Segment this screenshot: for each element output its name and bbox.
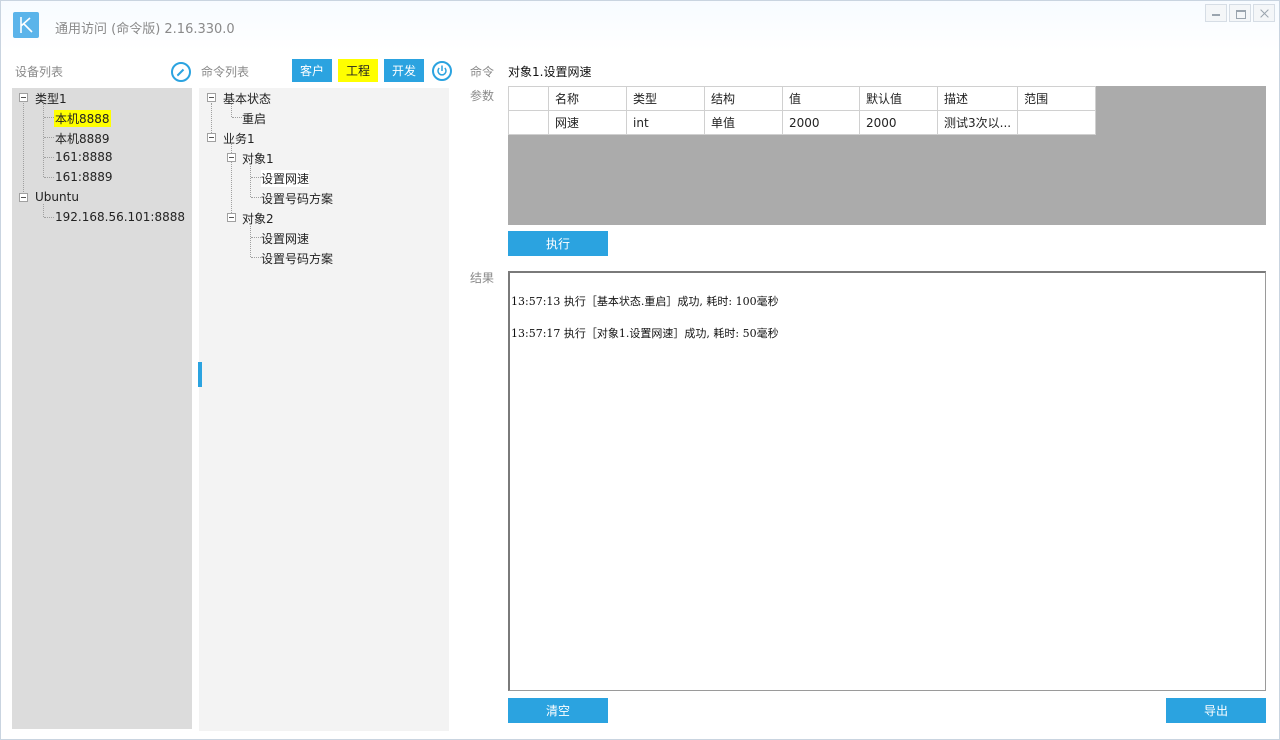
device-item[interactable]: 161:8888 bbox=[55, 150, 113, 164]
table-cell[interactable]: int bbox=[626, 110, 705, 135]
command-label: 命令 bbox=[470, 65, 495, 79]
maximize-button[interactable] bbox=[1229, 4, 1251, 22]
clear-button[interactable]: 清空 bbox=[508, 698, 608, 723]
cmd-group-biz[interactable]: 业务1 bbox=[223, 130, 255, 147]
execute-button[interactable]: 执行 bbox=[508, 231, 608, 256]
app-logo-icon bbox=[13, 12, 39, 38]
table-cell[interactable] bbox=[1017, 110, 1097, 135]
tree-line bbox=[44, 117, 54, 118]
params-label: 参数 bbox=[470, 89, 495, 103]
column-header[interactable]: 类型 bbox=[626, 86, 705, 111]
command-list-label: 命令列表 bbox=[201, 65, 250, 79]
develop-button[interactable]: 开发 bbox=[384, 59, 424, 82]
current-command: 对象1.设置网速 bbox=[508, 65, 592, 79]
table-cell[interactable]: 测试3次以... bbox=[936, 110, 1019, 135]
table-cell[interactable]: 2000 bbox=[859, 110, 938, 135]
edit-icon[interactable] bbox=[171, 62, 191, 82]
collapse-toggle-icon[interactable] bbox=[227, 153, 236, 162]
table-cell[interactable]: 单值 bbox=[704, 110, 783, 135]
power-icon[interactable] bbox=[432, 61, 452, 81]
cmd-object-2[interactable]: 对象2 bbox=[242, 210, 274, 227]
tree-line bbox=[231, 104, 232, 117]
table-cell[interactable]: 2000 bbox=[782, 110, 860, 135]
window-controls bbox=[1205, 4, 1275, 22]
device-tree: 类型1 本机8888 本机8889 161:8888 161:8889 Ubun… bbox=[12, 88, 192, 729]
device-group-ubuntu[interactable]: Ubuntu bbox=[35, 190, 79, 204]
device-list-label: 设备列表 bbox=[15, 65, 64, 79]
cmd-item-set-speed[interactable]: 设置网速 bbox=[261, 230, 309, 247]
close-button[interactable] bbox=[1253, 4, 1275, 22]
params-grid: 名称 类型 结构 值 默认值 描述 范围 网速 int 单值 2000 2000 bbox=[508, 86, 1266, 225]
params-table: 名称 类型 结构 值 默认值 描述 范围 网速 int 单值 2000 2000 bbox=[508, 86, 1097, 135]
column-header[interactable]: 结构 bbox=[704, 86, 783, 111]
tree-line bbox=[211, 103, 212, 133]
project-button[interactable]: 工程 bbox=[338, 59, 378, 82]
device-item-selected[interactable]: 本机8888 bbox=[54, 110, 111, 127]
panel-splitter[interactable] bbox=[198, 362, 202, 387]
device-item[interactable]: 161:8889 bbox=[55, 170, 113, 184]
result-line: 13:57:17 执行［对象1.设置网速］成功, 耗时: 50毫秒 bbox=[511, 327, 779, 340]
cmd-item-set-scheme[interactable]: 设置号码方案 bbox=[261, 250, 333, 267]
customer-button[interactable]: 客户 bbox=[292, 59, 332, 82]
device-item[interactable]: 192.168.56.101:8888 bbox=[55, 210, 185, 224]
window-title: 通用访问 (命令版) 2.16.330.0 bbox=[55, 22, 235, 37]
export-button[interactable]: 导出 bbox=[1166, 698, 1266, 723]
collapse-toggle-icon[interactable] bbox=[227, 213, 236, 222]
row-header[interactable] bbox=[508, 110, 549, 135]
column-header[interactable]: 名称 bbox=[548, 86, 627, 111]
tree-line bbox=[251, 177, 261, 178]
tree-line bbox=[250, 224, 251, 257]
tree-line bbox=[23, 103, 24, 198]
tree-line bbox=[251, 197, 261, 198]
table-header-row: 名称 类型 结构 值 默认值 描述 范围 bbox=[508, 86, 1097, 111]
cmd-item-restart[interactable]: 重启 bbox=[242, 110, 266, 127]
result-line: 13:57:13 执行［基本状态.重启］成功, 耗时: 100毫秒 bbox=[511, 295, 779, 308]
tree-line bbox=[44, 137, 54, 138]
collapse-toggle-icon[interactable] bbox=[207, 133, 216, 142]
result-output[interactable]: 13:57:13 执行［基本状态.重启］成功, 耗时: 100毫秒 13:57:… bbox=[508, 271, 1266, 691]
title-bar: 通用访问 (命令版) 2.16.330.0 bbox=[1, 1, 1279, 51]
tree-line bbox=[250, 164, 251, 197]
collapse-toggle-icon[interactable] bbox=[207, 93, 216, 102]
device-item[interactable]: 本机8889 bbox=[55, 130, 110, 147]
column-header[interactable]: 描述 bbox=[936, 86, 1019, 111]
collapse-toggle-icon[interactable] bbox=[19, 93, 28, 102]
tree-line bbox=[43, 204, 44, 217]
tree-line bbox=[44, 217, 54, 218]
result-label: 结果 bbox=[470, 271, 495, 285]
tree-line bbox=[251, 237, 261, 238]
cmd-item-set-speed-selected[interactable]: 设置网速 bbox=[261, 170, 310, 187]
cmd-item-set-scheme[interactable]: 设置号码方案 bbox=[261, 190, 333, 207]
command-tree: 基本状态 重启 业务1 对象1 设置网速 设置号码方案 对象2 设置网速 设置号… bbox=[199, 88, 449, 731]
column-header[interactable]: 值 bbox=[782, 86, 860, 111]
tree-line bbox=[232, 117, 242, 118]
collapse-toggle-icon[interactable] bbox=[19, 193, 28, 202]
tree-line bbox=[44, 177, 54, 178]
table-row[interactable]: 网速 int 单值 2000 2000 测试3次以... bbox=[508, 110, 1097, 135]
cmd-object-1[interactable]: 对象1 bbox=[242, 150, 274, 167]
row-header-corner bbox=[508, 86, 549, 111]
minimize-button[interactable] bbox=[1205, 4, 1227, 22]
tree-line bbox=[251, 257, 261, 258]
column-header[interactable]: 默认值 bbox=[859, 86, 938, 111]
tree-line bbox=[44, 157, 54, 158]
device-group-type1[interactable]: 类型1 bbox=[35, 90, 67, 107]
app-window: 通用访问 (命令版) 2.16.330.0 设备列表 类型1 本机8888 本机… bbox=[0, 0, 1280, 740]
table-cell[interactable]: 网速 bbox=[548, 110, 627, 135]
tree-line bbox=[43, 104, 44, 177]
column-header[interactable]: 范围 bbox=[1017, 86, 1097, 111]
